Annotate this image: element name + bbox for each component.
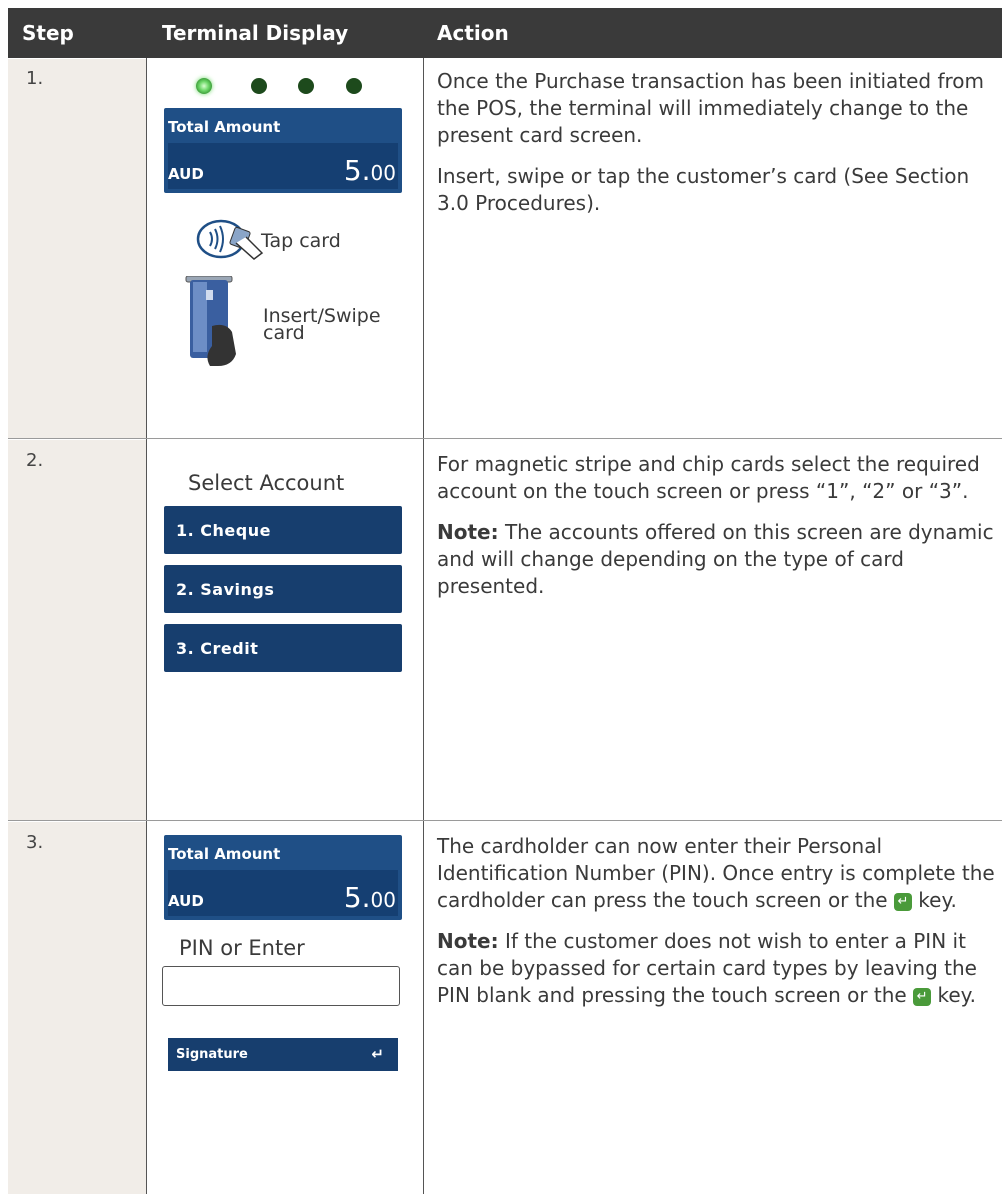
- action-text: The cardholder can now enter their Perso…: [437, 834, 995, 912]
- step-number: 2.: [26, 450, 44, 471]
- step-number: 3.: [26, 832, 44, 853]
- action-cell-3: The cardholder can now enter their Perso…: [437, 833, 997, 1023]
- amount-value: 5.00: [343, 154, 396, 187]
- header-step: Step: [22, 21, 74, 45]
- action-note: Note: The accounts offered on this scree…: [437, 520, 994, 598]
- column-divider: [423, 58, 424, 1194]
- account-option-credit[interactable]: 3. Credit: [164, 624, 402, 672]
- table-header: Step Terminal Display Action: [8, 8, 1002, 58]
- action-cell-1: Once the Purchase transaction has been i…: [437, 68, 997, 231]
- currency-label: AUD: [168, 165, 204, 183]
- step-number: 1.: [26, 68, 44, 89]
- insert-swipe-card-icon: [185, 276, 236, 366]
- row-divider: [8, 820, 1002, 821]
- account-option-savings[interactable]: 2. Savings: [164, 565, 402, 613]
- status-led-on: [196, 78, 212, 94]
- action-note: Note: If the customer does not wish to e…: [437, 929, 977, 1007]
- enter-arrow-icon: ↵: [371, 1045, 384, 1063]
- status-led-off: [251, 78, 267, 94]
- account-option-cheque[interactable]: 1. Cheque: [164, 506, 402, 554]
- amount-value: 5.00: [343, 881, 396, 914]
- currency-label: AUD: [168, 892, 204, 910]
- step-cell-3: [8, 822, 146, 1194]
- action-cell-2: For magnetic stripe and chip cards selec…: [437, 451, 997, 614]
- header-action: Action: [437, 21, 509, 45]
- action-text: Once the Purchase transaction has been i…: [437, 69, 985, 147]
- total-amount-panel: Total Amount AUD 5.00: [164, 835, 402, 920]
- contactless-tap-icon: [196, 219, 264, 260]
- total-amount-label: Total Amount: [168, 845, 281, 863]
- total-amount-panel: Total Amount AUD 5.00: [164, 108, 402, 193]
- status-led-off: [346, 78, 362, 94]
- select-account-title: Select Account: [188, 471, 345, 495]
- enter-key-icon: ↵: [893, 892, 912, 911]
- action-text: For magnetic stripe and chip cards selec…: [437, 452, 980, 503]
- tap-card-label: Tap card: [261, 230, 341, 252]
- signature-label: Signature: [176, 1047, 248, 1062]
- step-cell-1: [8, 59, 146, 438]
- action-text: Insert, swipe or tap the customer’s card…: [437, 164, 970, 215]
- row-divider: [8, 438, 1002, 439]
- total-amount-label: Total Amount: [168, 118, 281, 136]
- column-divider: [146, 58, 147, 1194]
- step-cell-2: [8, 440, 146, 820]
- pin-entry-field[interactable]: [162, 966, 400, 1006]
- status-led-off: [298, 78, 314, 94]
- enter-key-icon: ↵: [913, 987, 932, 1006]
- header-terminal-display: Terminal Display: [162, 21, 349, 45]
- pin-prompt-label: PIN or Enter: [179, 936, 305, 960]
- signature-button[interactable]: Signature ↵: [168, 1038, 398, 1071]
- insert-swipe-label: Insert/Swipe card: [263, 305, 381, 344]
